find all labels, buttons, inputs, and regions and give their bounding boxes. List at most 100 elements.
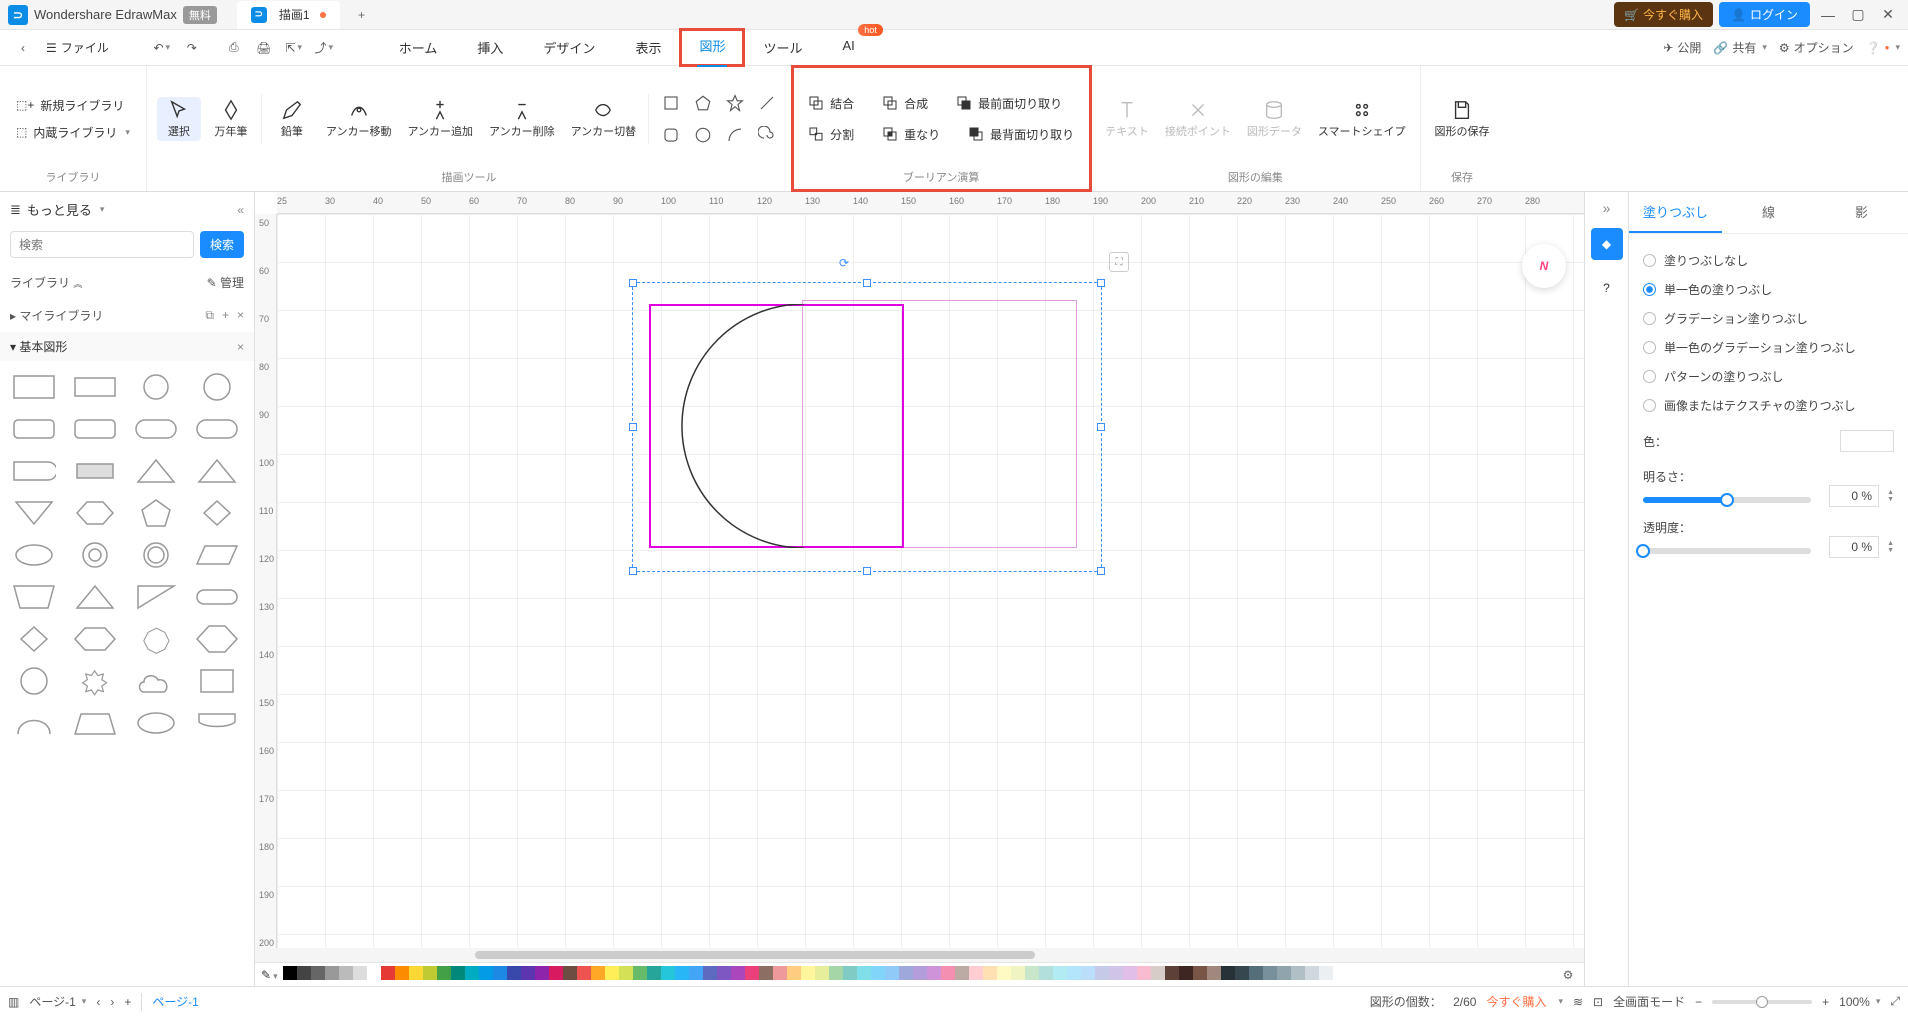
palette-swatch[interactable]	[591, 966, 605, 980]
palette-swatch[interactable]	[1221, 966, 1235, 980]
palette-swatch[interactable]	[1263, 966, 1277, 980]
builtin-library-button[interactable]: ⬚内蔵ライブラリ▾	[10, 122, 136, 143]
my-library-item[interactable]: ▸ マイライブラリ	[10, 307, 103, 324]
login-button[interactable]: 👤 ログイン	[1719, 2, 1810, 27]
tab-shape[interactable]: 図形	[681, 30, 743, 65]
fountain-pen-tool[interactable]: 万年筆	[209, 97, 253, 141]
rotate-handle-icon[interactable]: ⟳	[839, 256, 849, 270]
ai-assistant-button[interactable]: N	[1522, 244, 1566, 288]
palette-swatch[interactable]	[395, 966, 409, 980]
palette-swatch[interactable]	[1151, 966, 1165, 980]
rp-tab-shadow[interactable]: 影	[1815, 192, 1908, 233]
palette-swatch[interactable]	[1193, 966, 1207, 980]
library-shape[interactable]	[10, 497, 58, 529]
palette-swatch[interactable]	[605, 966, 619, 980]
library-shape[interactable]	[193, 539, 241, 571]
buy-now-button[interactable]: 🛒 今すぐ購入	[1614, 2, 1713, 27]
shape-spiral[interactable]	[753, 121, 781, 149]
library-label[interactable]: ライブラリ ︽	[10, 274, 82, 291]
close-category-icon[interactable]: ×	[237, 340, 244, 354]
search-button[interactable]: 検索	[200, 231, 244, 258]
export-button[interactable]: ⇱▾	[279, 33, 309, 63]
page-dropdown[interactable]: ページ-1▾	[29, 993, 86, 1010]
library-shape[interactable]	[71, 497, 119, 529]
library-shape[interactable]	[132, 539, 180, 571]
expand-icon[interactable]: ⤢	[1890, 994, 1900, 1009]
palette-swatch[interactable]	[297, 966, 311, 980]
palette-swatch[interactable]	[997, 966, 1011, 980]
print-button[interactable]: 🖨	[249, 33, 279, 63]
save-shape-button[interactable]: 図形の保存	[1431, 97, 1494, 141]
fill-gradient-radio[interactable]: グラデーション塗りつぶし	[1643, 304, 1894, 333]
library-shape[interactable]	[10, 539, 58, 571]
palette-swatch[interactable]	[815, 966, 829, 980]
color-picker[interactable]	[1840, 430, 1894, 452]
save-button[interactable]: ⎙	[219, 33, 249, 63]
palette-swatch[interactable]	[1081, 966, 1095, 980]
palette-swatch[interactable]	[1305, 966, 1319, 980]
palette-swatch[interactable]	[409, 966, 423, 980]
eyedropper-icon[interactable]: ✎▾	[261, 968, 278, 982]
boolean-split[interactable]: 分割	[802, 124, 860, 145]
fill-panel-icon[interactable]: ◆	[1591, 228, 1623, 260]
library-shape[interactable]	[132, 497, 180, 529]
library-shape[interactable]	[71, 455, 119, 487]
opacity-down[interactable]: ▼	[1887, 547, 1894, 554]
tab-design[interactable]: デザイン	[523, 30, 615, 65]
fullscreen-button[interactable]: 全画面モード	[1613, 993, 1685, 1010]
search-input[interactable]	[10, 231, 194, 258]
library-shape[interactable]	[193, 581, 241, 613]
palette-swatch[interactable]	[535, 966, 549, 980]
palette-swatch[interactable]	[1165, 966, 1179, 980]
palette-swatch[interactable]	[1067, 966, 1081, 980]
zoom-in-button[interactable]: +	[1822, 995, 1829, 1009]
page-tab[interactable]: ページ-1	[152, 993, 198, 1010]
anchor-switch-tool[interactable]: アンカー切替	[567, 97, 641, 141]
palette-swatch[interactable]	[983, 966, 997, 980]
file-menu[interactable]: ☰ ファイル	[38, 35, 117, 60]
add-page-button[interactable]: +	[124, 995, 131, 1009]
close-lib-icon[interactable]: ×	[237, 308, 244, 323]
library-shape[interactable]	[193, 497, 241, 529]
boolean-union[interactable]: 結合	[802, 93, 860, 114]
brightness-slider[interactable]	[1643, 497, 1811, 503]
palette-swatch[interactable]	[437, 966, 451, 980]
palette-swatch[interactable]	[1137, 966, 1151, 980]
link-lib-icon[interactable]: ⧉	[205, 308, 214, 323]
library-shape[interactable]	[71, 539, 119, 571]
library-shape[interactable]	[193, 455, 241, 487]
back-button[interactable]: ‹	[8, 33, 38, 63]
document-tab[interactable]: ⊃ 描画1	[237, 1, 340, 29]
smart-shape-button[interactable]: スマートシェイプ	[1314, 97, 1410, 141]
palette-swatch[interactable]	[1291, 966, 1305, 980]
palette-swatch[interactable]	[787, 966, 801, 980]
palette-swatch[interactable]	[1025, 966, 1039, 980]
buy-now-link[interactable]: 今すぐ購入	[1486, 993, 1546, 1010]
shape-pentagon[interactable]	[689, 89, 717, 117]
palette-swatch[interactable]	[759, 966, 773, 980]
palette-swatch[interactable]	[1095, 966, 1109, 980]
palette-swatch[interactable]	[1053, 966, 1067, 980]
library-shape[interactable]	[132, 413, 180, 445]
tab-ai[interactable]: AI hot	[822, 30, 874, 65]
shape-star[interactable]	[721, 89, 749, 117]
palette-swatch[interactable]	[661, 966, 675, 980]
library-shape[interactable]	[10, 413, 58, 445]
options-button[interactable]: ⚙オプション	[1779, 39, 1854, 56]
canvas-shape-arc[interactable]	[649, 304, 893, 548]
palette-swatch[interactable]	[941, 966, 955, 980]
palette-swatch[interactable]	[1123, 966, 1137, 980]
palette-settings-icon[interactable]: ⚙	[1558, 965, 1578, 985]
palette-swatch[interactable]	[507, 966, 521, 980]
boolean-front-clip[interactable]: 最前面切り取り	[950, 93, 1068, 114]
palette-swatch[interactable]	[619, 966, 633, 980]
palette-swatch[interactable]	[563, 966, 577, 980]
opacity-slider[interactable]	[1643, 548, 1811, 554]
next-page-button[interactable]: ›	[110, 995, 114, 1009]
palette-swatch[interactable]	[353, 966, 367, 980]
add-lib-icon[interactable]: +	[222, 308, 229, 323]
palette-swatch[interactable]	[927, 966, 941, 980]
palette-swatch[interactable]	[675, 966, 689, 980]
library-shape[interactable]	[132, 623, 180, 655]
tab-view[interactable]: 表示	[615, 30, 681, 65]
